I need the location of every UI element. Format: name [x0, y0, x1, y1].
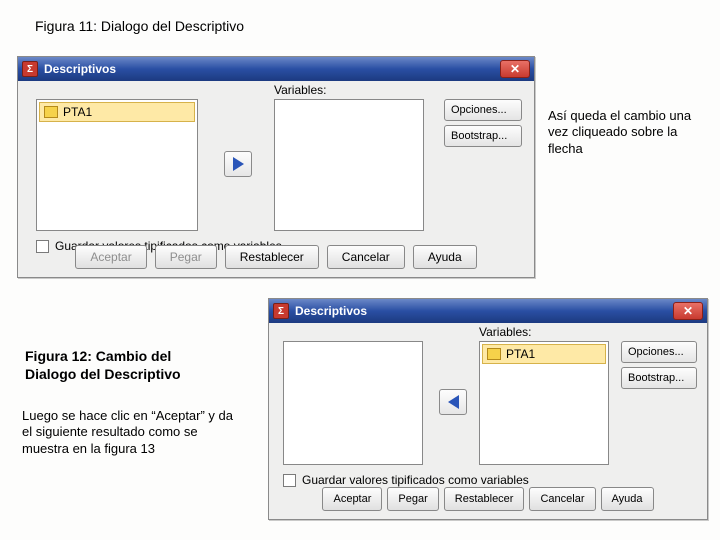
close-button[interactable]: ✕ [500, 60, 530, 78]
aceptar-button[interactable]: Aceptar [322, 487, 382, 511]
app-icon: Σ [22, 61, 38, 77]
figure-12-caption: Figura 12: Cambio del Dialogo del Descri… [25, 348, 205, 383]
ruler-icon [44, 106, 58, 118]
cancelar-button[interactable]: Cancelar [529, 487, 595, 511]
restablecer-button[interactable]: Restablecer [225, 245, 319, 269]
target-variable-list[interactable] [274, 99, 424, 231]
variables-label: Variables: [479, 325, 531, 339]
dialog-title: Descriptivos [295, 304, 367, 318]
close-button[interactable]: ✕ [673, 302, 703, 320]
bootstrap-button[interactable]: Bootstrap... [621, 367, 697, 389]
titlebar: Σ Descriptivos ✕ [18, 57, 534, 81]
pegar-button[interactable]: Pegar [155, 245, 217, 269]
figure-11-annotation: Así queda el cambio una vez cliqueado so… [548, 108, 703, 157]
descriptives-dialog-2: Σ Descriptivos ✕ Variables: PTA1 Opcione… [268, 298, 708, 520]
checkbox[interactable] [283, 474, 296, 487]
target-variable-list[interactable]: PTA1 [479, 341, 609, 465]
ayuda-button[interactable]: Ayuda [601, 487, 654, 511]
variable-item[interactable]: PTA1 [39, 102, 195, 122]
restablecer-button[interactable]: Restablecer [444, 487, 525, 511]
figure-13-note: Luego se hace clic en “Aceptar” y da el … [22, 408, 242, 457]
titlebar: Σ Descriptivos ✕ [269, 299, 707, 323]
variable-label: PTA1 [506, 347, 535, 361]
options-label: Opciones... [451, 104, 507, 116]
move-left-button[interactable] [439, 389, 467, 415]
dialog-button-row: Aceptar Pegar Restablecer Cancelar Ayuda [18, 245, 534, 269]
pegar-button[interactable]: Pegar [387, 487, 438, 511]
options-button[interactable]: Opciones... [621, 341, 697, 363]
ayuda-button[interactable]: Ayuda [413, 245, 477, 269]
cancelar-button[interactable]: Cancelar [327, 245, 405, 269]
arrow-left-icon [448, 395, 459, 409]
variables-label: Variables: [274, 83, 326, 97]
bootstrap-label: Bootstrap... [451, 130, 507, 142]
variable-item[interactable]: PTA1 [482, 344, 606, 364]
checkbox-label: Guardar valores tipificados como variabl… [302, 473, 529, 487]
descriptives-dialog-1: Σ Descriptivos ✕ PTA1 Variables: Opcione… [17, 56, 535, 278]
arrow-right-icon [233, 157, 244, 171]
bootstrap-label: Bootstrap... [628, 372, 684, 384]
aceptar-button[interactable]: Aceptar [75, 245, 146, 269]
source-variable-list[interactable]: PTA1 [36, 99, 198, 231]
options-button[interactable]: Opciones... [444, 99, 522, 121]
options-label: Opciones... [628, 346, 684, 358]
bootstrap-button[interactable]: Bootstrap... [444, 125, 522, 147]
move-right-button[interactable] [224, 151, 252, 177]
source-variable-list[interactable] [283, 341, 423, 465]
dialog-button-row: Aceptar Pegar Restablecer Cancelar Ayuda [269, 487, 707, 511]
save-standardized-checkbox-row: Guardar valores tipificados como variabl… [283, 473, 529, 487]
variable-label: PTA1 [63, 105, 92, 119]
figure-11-caption: Figura 11: Dialogo del Descriptivo [35, 18, 244, 34]
ruler-icon [487, 348, 501, 360]
dialog-title: Descriptivos [44, 62, 116, 76]
app-icon: Σ [273, 303, 289, 319]
